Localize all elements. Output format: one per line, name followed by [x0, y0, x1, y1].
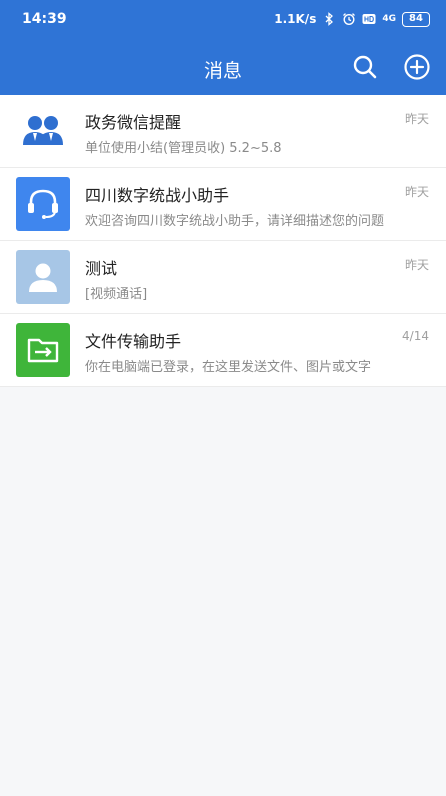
avatar	[16, 104, 70, 158]
avatar	[16, 323, 70, 377]
alarm-icon	[343, 13, 356, 26]
search-button[interactable]	[350, 52, 380, 82]
battery-indicator: 84	[402, 11, 430, 27]
conversation-list: 政务微信提醒 单位使用小结(管理员收) 5.2~5.8 昨天 四川数字统战小助手…	[0, 95, 446, 387]
status-bar: 14:39 1.1K/s 4G 84	[0, 0, 446, 38]
conversation-time: 4/14	[402, 329, 429, 343]
folder-transfer-icon	[27, 338, 59, 363]
conversation-preview: [视频通话]	[85, 287, 148, 302]
conversation-time: 昨天	[404, 258, 429, 272]
conversation-item[interactable]: 四川数字统战小助手 欢迎咨询四川数字统战小助手，请详细描述您的问题 昨天	[0, 168, 446, 241]
avatar	[16, 250, 70, 304]
bluetooth-icon	[325, 12, 334, 26]
headset-icon	[28, 189, 58, 219]
status-indicators: 1.1K/s 4G 84	[274, 10, 430, 28]
conversation-item[interactable]: 测试 [视频通话] 昨天	[0, 241, 446, 314]
person-icon	[29, 263, 57, 292]
conversation-name: 测试	[85, 259, 118, 278]
conversation-name: 文件传输助手	[85, 332, 182, 351]
conversation-time: 昨天	[404, 185, 429, 199]
conversation-item[interactable]: 政务微信提醒 单位使用小结(管理员收) 5.2~5.8 昨天	[0, 95, 446, 168]
app-header: 14:39 1.1K/s 4G 84 消息	[0, 0, 446, 95]
conversation-name: 政务微信提醒	[85, 113, 182, 132]
conversation-preview: 你在电脑端已登录，在这里发送文件、图片或文字	[85, 360, 372, 375]
network-type: 4G	[382, 14, 396, 24]
plus-circle-icon	[404, 54, 430, 80]
search-icon	[353, 55, 377, 79]
add-button[interactable]	[402, 52, 432, 82]
hd-icon	[362, 14, 376, 24]
status-time: 14:39	[22, 11, 67, 27]
conversation-preview: 单位使用小结(管理员收) 5.2~5.8	[85, 141, 282, 156]
conversation-preview: 欢迎咨询四川数字统战小助手，请详细描述您的问题	[85, 214, 385, 229]
net-speed: 1.1K/s	[274, 12, 317, 26]
conversation-name: 四川数字统战小助手	[85, 186, 230, 205]
conversation-time: 昨天	[404, 112, 429, 126]
title-row: 消息	[0, 44, 446, 92]
conversation-item[interactable]: 文件传输助手 你在电脑端已登录，在这里发送文件、图片或文字 4/14	[0, 314, 446, 387]
group-users-icon	[23, 116, 63, 145]
avatar	[16, 177, 70, 231]
